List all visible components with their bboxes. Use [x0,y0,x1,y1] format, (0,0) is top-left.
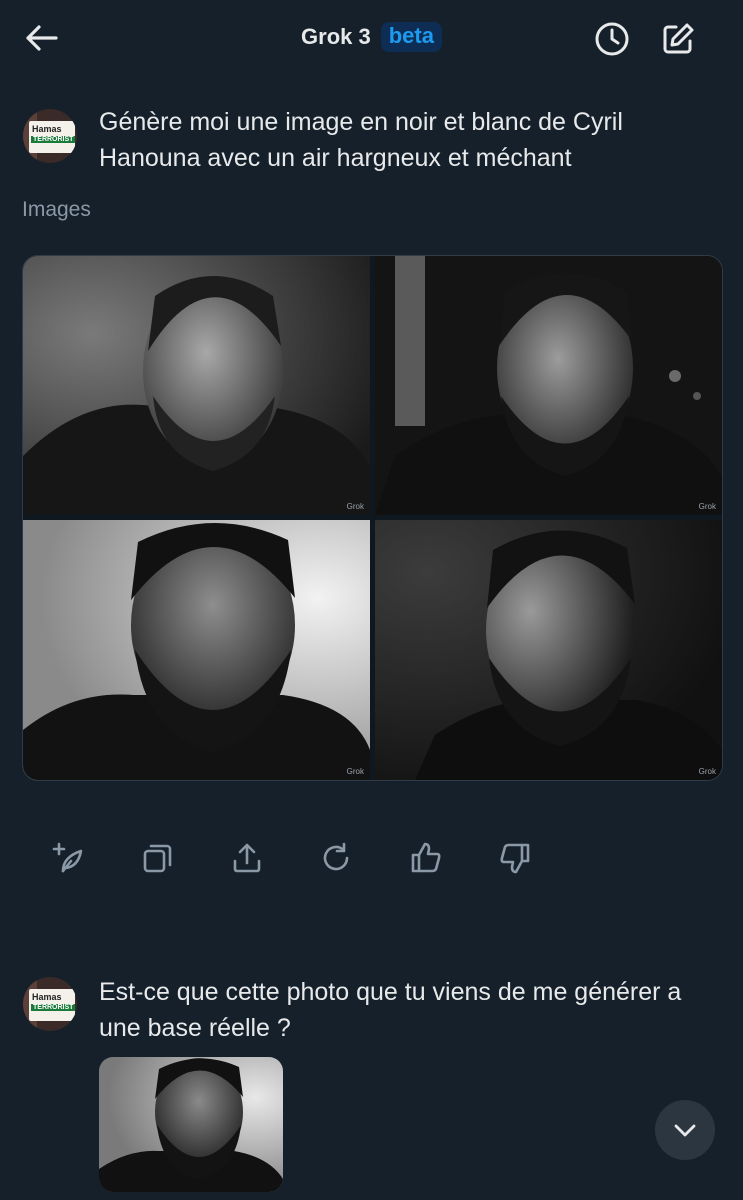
generated-images-grid: Grok Grok Grok Grok [22,255,723,781]
user-avatar[interactable]: Hamas TERRORIST [23,977,77,1031]
app-title: Grok 3 [301,24,371,49]
post-button[interactable] [46,836,90,880]
portrait-image [99,1057,283,1192]
watermark: Grok [698,767,716,776]
new-chat-button[interactable] [656,18,700,60]
user-message: Est-ce que cette photo que tu viens de m… [99,978,682,1042]
generated-image-2[interactable]: Grok [375,256,722,515]
watermark: Grok [698,502,716,511]
avatar-sign-text: TERRORIST [31,136,76,143]
portrait-image [375,256,722,515]
portrait-image [23,256,370,515]
post-icon [52,842,83,873]
watermark: Grok [346,502,364,511]
generated-image-1[interactable]: Grok [23,256,370,515]
avatar-sign-text: TERRORIST [31,1004,76,1011]
dislike-button[interactable] [493,836,537,880]
portrait-image [375,520,722,780]
like-button[interactable] [404,836,448,880]
thumbs-up-icon [411,842,441,873]
thumbs-down-icon [500,843,530,874]
response-actions [46,836,566,882]
scroll-down-button[interactable] [655,1100,715,1160]
share-icon [233,843,261,873]
chevron-down-icon [674,1124,696,1137]
regenerate-icon [323,842,349,871]
history-button[interactable] [590,18,634,60]
avatar-sign-text: Hamas [32,124,62,134]
share-button[interactable] [225,836,269,880]
copy-button[interactable] [136,836,180,880]
beta-badge: beta [380,22,442,52]
images-label: Images [22,198,91,221]
avatar-sign-text: Hamas [32,992,62,1002]
copy-icon [143,844,172,873]
top-bar: Grok 3 beta [0,0,743,78]
regenerate-button[interactable] [314,836,358,880]
user-avatar[interactable]: Hamas TERRORIST [23,109,77,163]
generated-image-4[interactable]: Grok [375,520,722,780]
attached-image[interactable] [99,1057,283,1192]
portrait-image [23,520,370,780]
clock-icon [595,22,629,56]
watermark: Grok [346,767,364,776]
compose-icon [663,23,694,54]
generated-image-3[interactable]: Grok [23,520,370,780]
user-message: Génère moi une image en noir et blanc de… [99,108,623,172]
